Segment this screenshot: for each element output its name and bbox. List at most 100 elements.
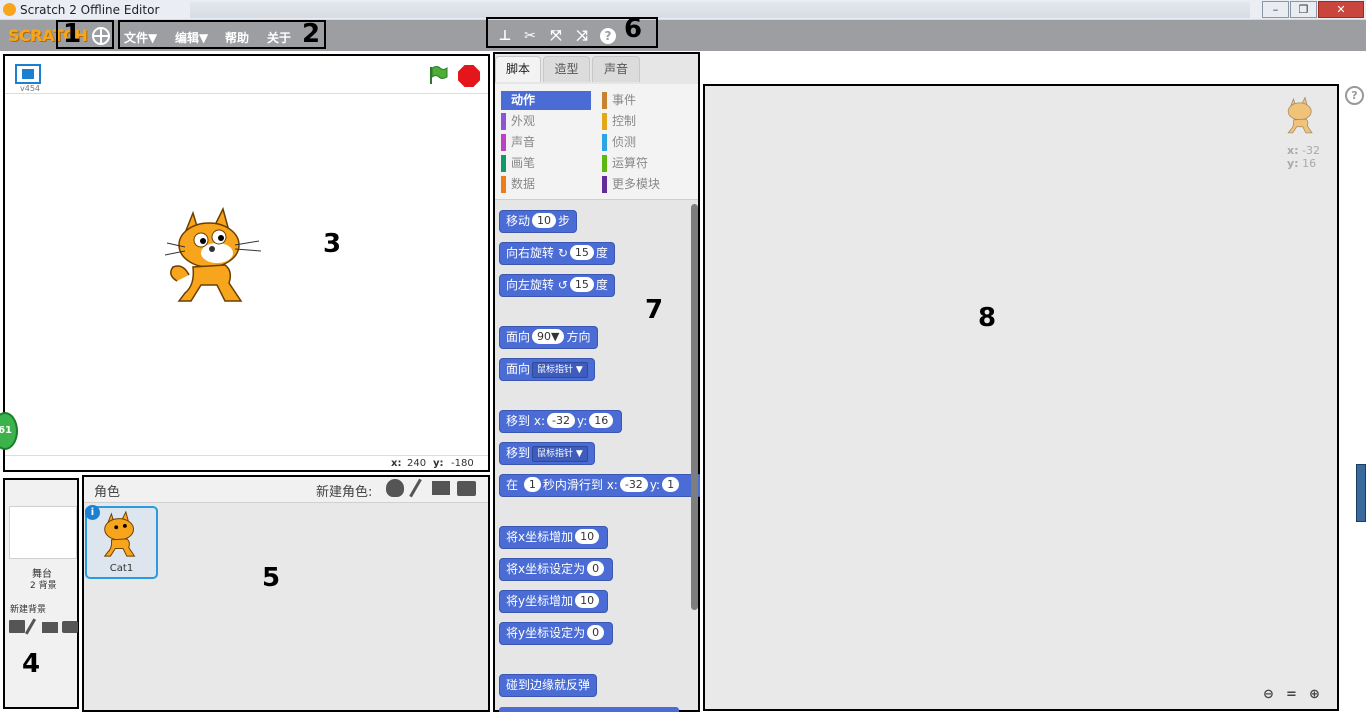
block-input[interactable]: 10 (575, 593, 600, 608)
category-motion[interactable]: 动作 (501, 91, 591, 110)
block-move[interactable]: 移动 10 步 (499, 210, 578, 233)
block-text: 在 (506, 478, 519, 492)
block-input[interactable]: 1 (662, 477, 680, 492)
script-area[interactable] (703, 84, 1339, 711)
info-icon[interactable]: i (85, 505, 100, 520)
category-events-label: 事件 (612, 93, 637, 107)
stage-x-label: x: (391, 458, 402, 469)
block-change-y[interactable]: 将y坐标增加 10 (499, 590, 609, 613)
block-goto[interactable]: 移到 鼠标指针 ▼ (499, 442, 595, 465)
sprite-panel-header (84, 477, 488, 503)
stage-thumbnail[interactable] (9, 506, 77, 559)
block-dropdown[interactable]: 鼠标指针 ▼ (532, 446, 588, 462)
category-events[interactable]: 事件 (602, 91, 694, 110)
stage-header (5, 56, 488, 94)
upload-sprite-icon[interactable] (432, 481, 450, 495)
window-title: Scratch 2 Offline Editor (20, 3, 160, 17)
close-button[interactable]: ✕ (1318, 1, 1364, 18)
category-sound[interactable]: 声音 (501, 133, 591, 152)
block-input[interactable]: -32 (619, 477, 648, 492)
zoom-out-icon[interactable]: ⊖ (1260, 686, 1277, 703)
green-flag-icon[interactable] (428, 65, 448, 85)
category-pen-label: 画笔 (511, 156, 536, 170)
block-input[interactable]: 0 (587, 561, 605, 576)
palette-scrollbar[interactable] (691, 204, 698, 610)
fullscreen-icon[interactable] (15, 64, 41, 84)
sprite-library-icon[interactable] (386, 479, 404, 497)
tab-costumes[interactable]: 造型 (543, 56, 590, 82)
category-control[interactable]: 控制 (602, 112, 694, 131)
block-text: y: (576, 414, 588, 428)
block-text: 碰到边缘就反弹 (506, 678, 591, 692)
sprite-x-label: x: (1287, 144, 1299, 157)
category-sensing[interactable]: 侦测 (602, 133, 694, 152)
backdrop-count: 2 背景 (30, 581, 57, 591)
stage-y-label: y: (433, 458, 444, 469)
category-data[interactable]: 数据 (501, 175, 591, 194)
block-input[interactable]: 16 (589, 413, 614, 428)
callout-number-2: 2 (302, 19, 321, 49)
callout-number-6: 6 (624, 14, 643, 44)
sprite-coords: x: -32 y: 16 (1287, 144, 1320, 170)
block-text: 步 (558, 214, 571, 228)
block-input[interactable]: 15 (569, 245, 594, 260)
background-taskbar-strip (190, 2, 1250, 18)
block-turn-right[interactable]: 向右旋转 ↻ 15 度 (499, 242, 615, 265)
block-input[interactable]: 10 (575, 529, 600, 544)
callout-number-4: 4 (22, 649, 41, 679)
zoom-reset-icon[interactable]: = (1283, 686, 1300, 703)
block-text: 移到 (506, 414, 531, 428)
block-goto-xy[interactable]: 移到 x: -32 y: 16 (499, 410, 623, 433)
block-change-x[interactable]: 将x坐标增加 10 (499, 526, 609, 549)
cat-sprite[interactable] (163, 205, 267, 309)
block-set-y[interactable]: 将y坐标设定为 0 (499, 622, 614, 645)
category-data-label: 数据 (511, 177, 536, 191)
block-input[interactable]: 90▼ (532, 329, 565, 344)
version-label: v454 (20, 84, 41, 93)
category-sensing-label: 侦测 (612, 135, 637, 149)
maximize-button[interactable]: ❐ (1290, 1, 1317, 18)
block-glide[interactable]: 在 1 秒内滑行到 x: -32 y: 1 (499, 474, 700, 497)
block-turn-left[interactable]: 向左旋转 ↺ 15 度 (499, 274, 615, 297)
camera-sprite-icon[interactable] (457, 481, 476, 496)
backdrop-library-icon[interactable] (9, 620, 25, 633)
side-panel-handle[interactable] (1356, 464, 1366, 522)
sprite-y-label: y: (1287, 157, 1299, 170)
category-looks-label: 外观 (511, 114, 536, 128)
block-text: x: (533, 414, 545, 428)
upload-backdrop-icon[interactable] (42, 622, 58, 633)
tab-sounds[interactable]: 声音 (592, 56, 640, 82)
block-input[interactable]: 0 (587, 625, 605, 640)
block-partial (499, 707, 679, 712)
block-bounce[interactable]: 碰到边缘就反弹 (499, 674, 598, 697)
category-operators[interactable]: 运算符 (602, 154, 694, 173)
block-input[interactable]: 10 (532, 213, 557, 228)
stage-x-value: 240 (407, 458, 427, 469)
block-input[interactable]: 15 (569, 277, 594, 292)
block-point-direction[interactable]: 面向 90▼ 方向 (499, 326, 598, 349)
rotate-left-icon: ↺ (557, 278, 568, 292)
block-text: 面向 (506, 362, 531, 376)
block-input[interactable]: -32 (547, 413, 575, 428)
zoom-in-icon[interactable]: ⊕ (1306, 686, 1323, 703)
rotate-right-icon: ↻ (557, 246, 568, 260)
block-input[interactable]: 1 (523, 477, 541, 492)
category-sound-label: 声音 (511, 135, 536, 149)
minimize-button[interactable]: – (1262, 1, 1289, 18)
camera-backdrop-icon[interactable] (62, 621, 78, 633)
block-point-towards[interactable]: 面向 鼠标指针 ▼ (499, 358, 595, 381)
block-dropdown[interactable]: 鼠标指针 ▼ (532, 362, 588, 378)
category-more-blocks[interactable]: 更多模块 (602, 175, 694, 194)
sprite-y-value: 16 (1302, 157, 1317, 170)
app-icon (3, 3, 16, 16)
block-text: 移动 (506, 214, 531, 228)
block-set-x[interactable]: 将x坐标设定为 0 (499, 558, 614, 581)
tab-scripts[interactable]: 脚本 (495, 56, 541, 82)
block-text: 移到 (506, 446, 531, 460)
block-text: 向左旋转 (506, 278, 555, 292)
tips-help-icon[interactable]: ? (1345, 86, 1364, 105)
block-text: 将x坐标增加 (506, 530, 574, 544)
category-pen[interactable]: 画笔 (501, 154, 591, 173)
stage-coordinates: x: 240 y: -180 (5, 455, 488, 470)
category-looks[interactable]: 外观 (501, 112, 591, 131)
